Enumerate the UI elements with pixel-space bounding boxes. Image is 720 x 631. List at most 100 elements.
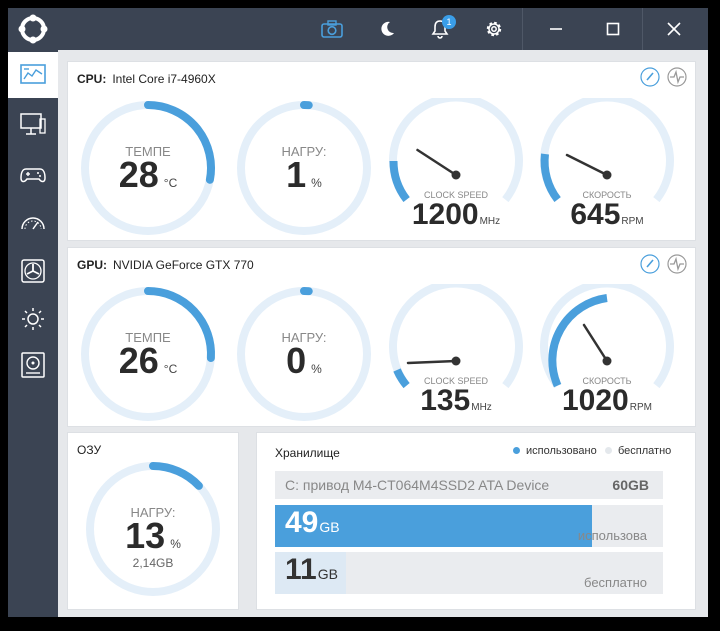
storage-panel: Хранилище использовано бесплатно C: прив… [256,432,696,610]
clock-value: 135 [420,384,471,417]
sidebar-item-cooling[interactable] [8,248,58,294]
camera-icon [321,20,343,38]
close-button[interactable] [652,8,696,50]
settings-button[interactable] [472,8,516,50]
gpu-clock-gauge: CLOCK SPEED 135MHz [386,279,526,424]
ram-panel: ОЗУ НАГРУ: 13% 2,14GB [67,432,239,610]
legend-used: использовано [513,445,597,457]
ring-level-arc [149,462,203,490]
temperature-value-row: 26 °C [78,340,218,382]
gpu-label: GPU: [77,258,107,272]
clock-unit: MHz [471,402,492,413]
speedometer-icon[interactable] [640,254,660,274]
minimize-icon [550,28,562,30]
clock-value-row: 135MHz [386,384,526,418]
hard-drive-icon [21,352,45,378]
cpu-temperature-gauge: ТЕМПЕ 28 °C [78,98,218,238]
used-space-unit: GB [319,519,340,535]
cpu-title: CPU: Intel Core i7-4960X [77,72,216,86]
pulse-icon[interactable] [667,67,687,87]
gpu-fan-gauge: СКОРОСТЬ 1020RPM [537,279,677,424]
used-space-value: 49 [285,506,319,539]
legend-free: бесплатно [605,445,671,457]
ram-value-row: 13% [83,515,223,557]
cpu-name: Intel Core i7-4960X [112,72,216,86]
ram-load-gauge: НАГРУ: 13% 2,14GB [83,459,223,599]
clock-value-row: 1200MHz [386,198,526,232]
gamepad-icon [20,168,46,183]
ram-value: 13 [125,515,166,556]
notifications-button[interactable]: 1 [418,8,462,50]
sidebar-item-hardware[interactable] [8,102,58,148]
used-space-bar: 49GB использова [275,505,663,547]
speedometer-icon[interactable] [640,67,660,87]
sidebar-item-storage[interactable] [8,342,58,388]
drive-size: 60GB [612,477,649,493]
used-space-label: использова [577,528,647,543]
storage-title: Хранилище [275,446,340,460]
fan-value-row: 645RPM [537,198,677,232]
gpu-temperature-gauge: ТЕМПЕ 26 °C [78,284,218,424]
titlebar-separator [522,8,523,50]
dashboard-icon [20,64,46,84]
monitor-icon [20,113,46,135]
ram-used-amount: 2,14GB [132,556,174,570]
gpu-load-gauge: НАГРУ: 0% [234,284,374,424]
clock-value: 1200 [411,198,479,231]
sidebar-item-lighting[interactable] [8,296,58,342]
temperature-unit: °C [163,362,178,376]
theme-toggle-button[interactable] [365,8,409,50]
load-value: 0 [286,340,307,381]
cpu-label: CPU: [77,72,107,86]
title-bar: 1 [8,8,708,50]
free-space-value: 11 [285,553,317,586]
moon-icon [381,21,394,36]
fan-unit: RPM [629,402,652,413]
sidebar-item-dashboard[interactable] [8,52,58,98]
legend-free-label: бесплатно [618,445,672,457]
load-value: 1 [286,154,307,195]
legend-used-dot [513,446,520,454]
screenshot-button[interactable] [310,8,354,50]
ram-title: ОЗУ [77,443,102,457]
free-space-label: бесплатно [584,575,647,590]
load-value-row: 0% [234,340,374,382]
minimize-button[interactable] [535,8,577,50]
free-space-unit: GB [317,566,338,582]
pulse-icon[interactable] [667,254,687,274]
titlebar-separator [642,8,643,50]
cpu-panel: CPU: Intel Core i7-4960X ТЕМПЕ 28 °C НАГРУ… [67,61,696,241]
free-space-bar: 11GB бесплатно [275,552,663,594]
fan-unit: RPM [621,216,644,227]
gpu-panel: GPU: NVIDIA GeForce GTX 770 ТЕМПЕ 26 °C НА… [67,247,696,427]
sidebar-item-overclock[interactable] [8,200,58,246]
load-unit: % [311,176,322,190]
speedometer-icon [21,217,45,230]
fan-value: 1020 [562,384,629,417]
maximize-icon [606,22,620,36]
temperature-value: 28 [118,154,159,195]
fan-value: 645 [570,198,621,231]
gear-icon [486,21,502,37]
gpu-title: GPU: NVIDIA GeForce GTX 770 [77,258,254,272]
app-logo-icon [18,14,48,44]
fan-icon [21,259,45,283]
app-logo[interactable] [8,8,58,50]
ram-unit: % [170,537,181,551]
app-window: 1 CPU: Intel Core i7-4960X ТЕМПЕ 28 °C Н… [8,8,708,617]
gpu-name: NVIDIA GeForce GTX 770 [113,258,254,272]
sidebar [8,50,58,617]
temperature-value-row: 28 °C [78,154,218,196]
legend-used-label: использовано [526,445,597,457]
free-space-value-row: 11GB [285,553,338,587]
clock-unit: MHz [479,216,501,227]
sidebar-item-gaming[interactable] [8,152,58,198]
drive-selector[interactable]: C: привод M4-CT064M4SSD2 ATA Device 60GB [275,471,663,499]
cpu-clock-gauge: CLOCK SPEED 1200MHz [386,93,526,238]
notification-badge: 1 [442,15,456,29]
fan-value-row: 1020RPM [537,384,677,418]
temperature-unit: °C [163,176,178,190]
load-value-row: 1% [234,154,374,196]
maximize-button[interactable] [592,8,634,50]
used-space-value-row: 49GB [285,506,340,540]
